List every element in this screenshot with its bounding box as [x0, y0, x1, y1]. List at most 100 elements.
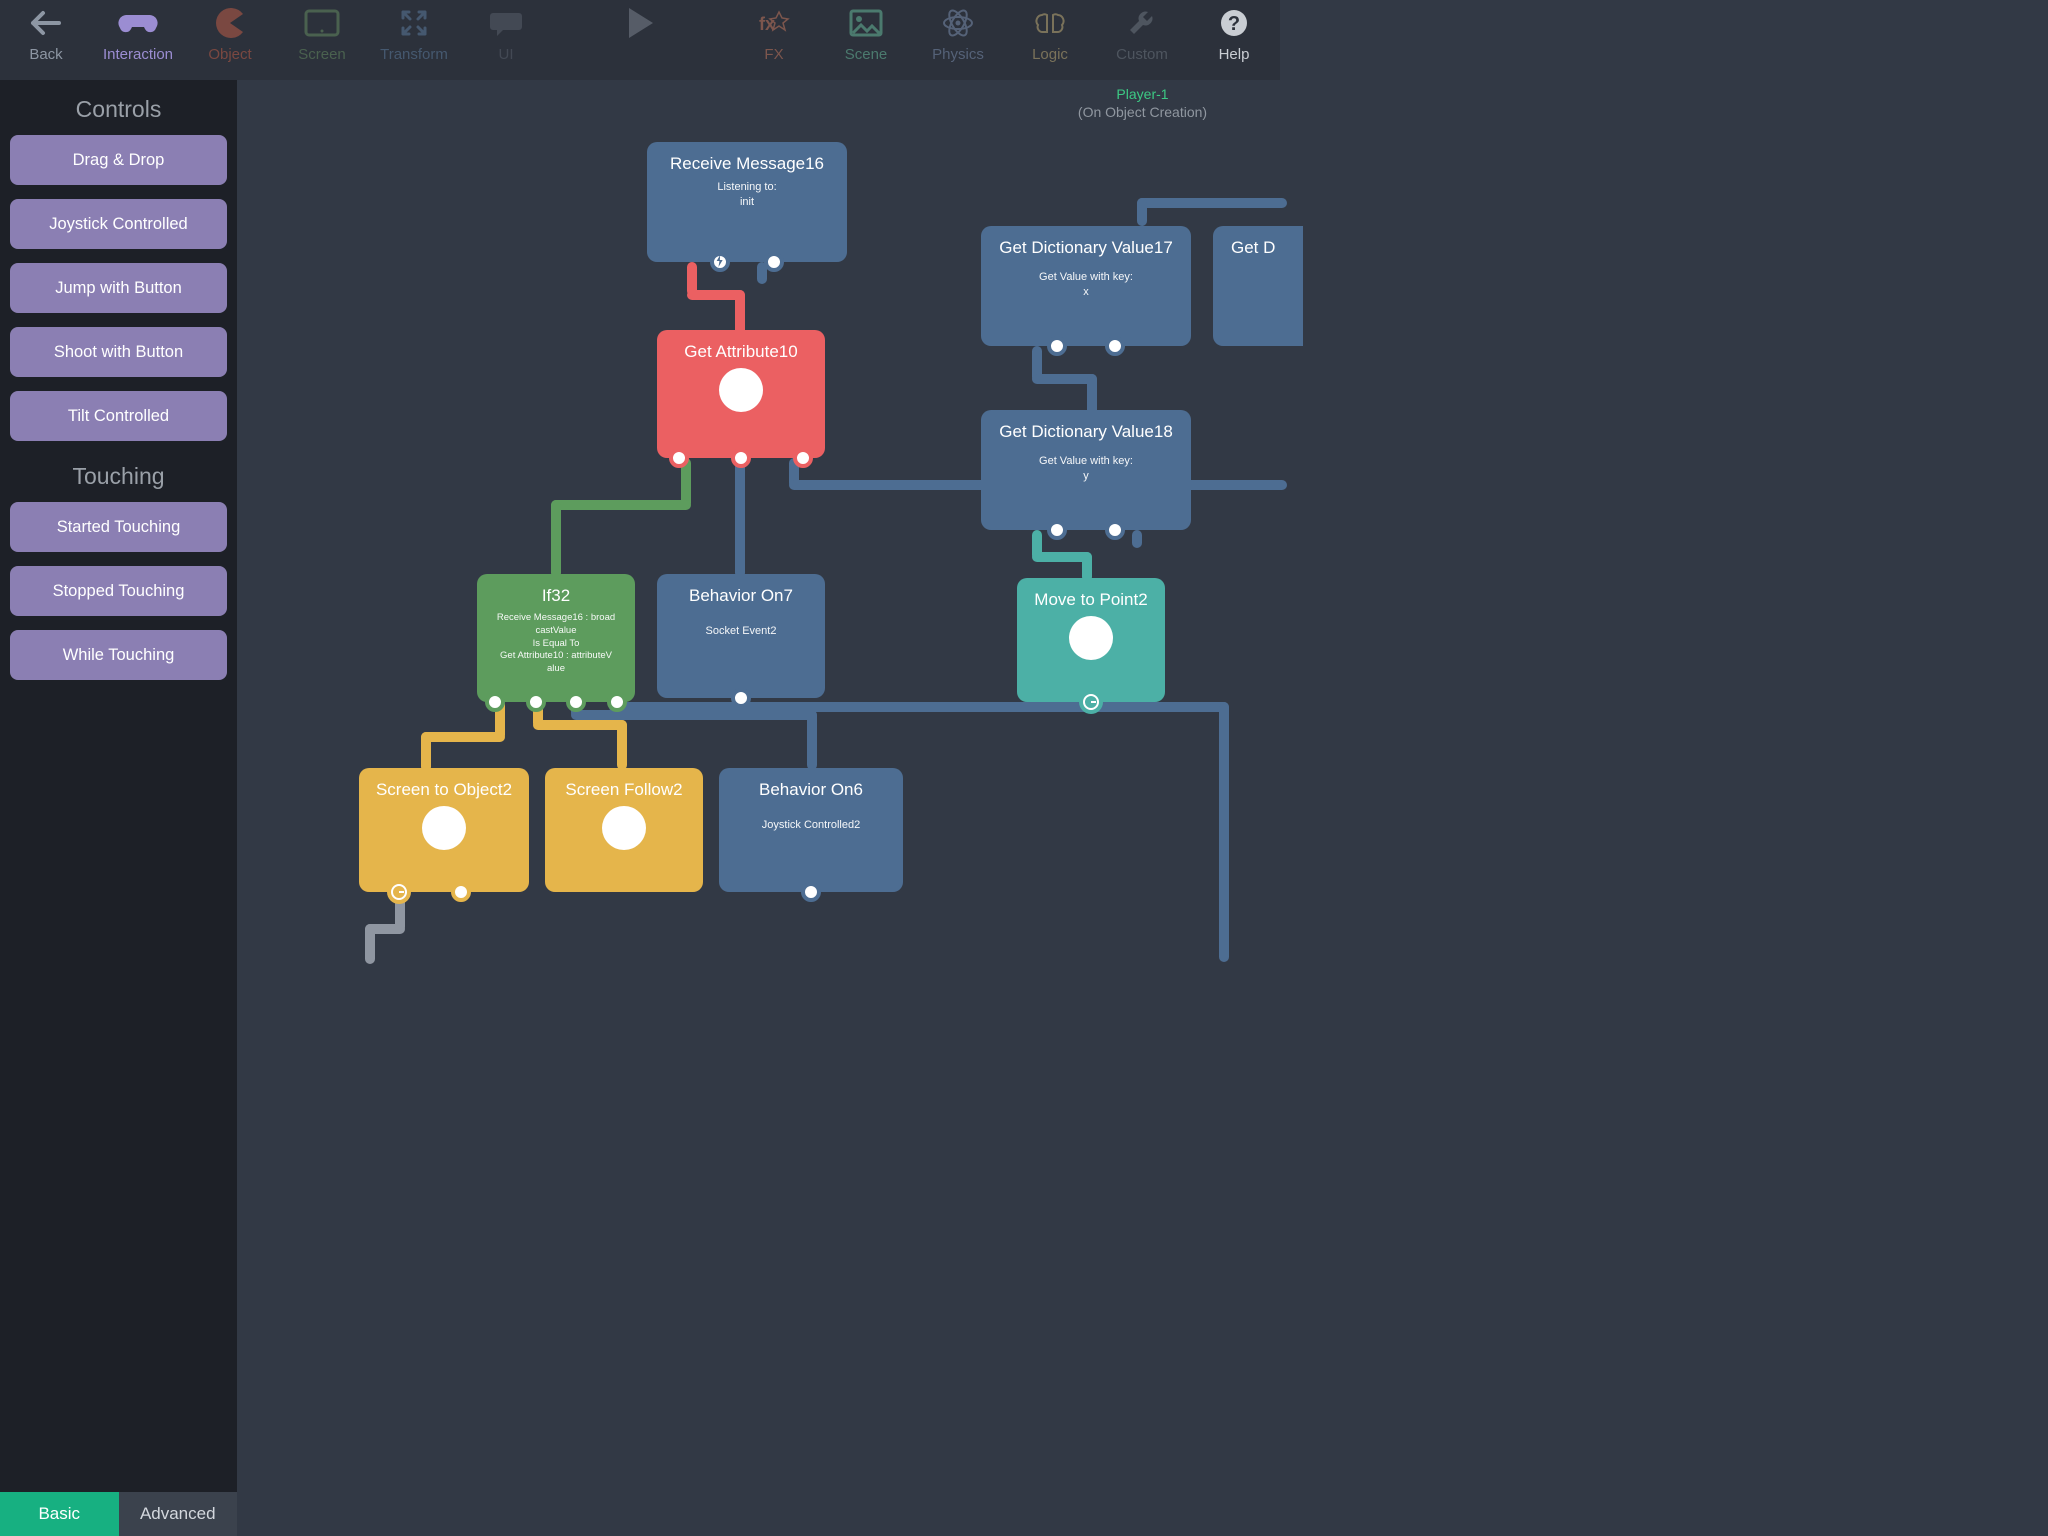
node-behavior-on-7[interactable]: Behavior On7 Socket Event2 [657, 574, 825, 698]
node-title: Get Dictionary Value18 [991, 422, 1181, 442]
node-ports [657, 447, 825, 469]
port-out-1[interactable] [669, 448, 689, 468]
tab-advanced[interactable]: Advanced [119, 1492, 238, 1536]
node-config-dot[interactable] [1069, 616, 1113, 660]
node-title: Screen to Object2 [369, 780, 519, 800]
node-ports [647, 251, 847, 273]
sidebar-item-started-touching[interactable]: Started Touching [10, 502, 227, 552]
node-body: Get Value with key: x [991, 270, 1181, 306]
scene-tab[interactable]: Scene [820, 6, 912, 76]
node-ports [981, 335, 1191, 357]
node-config-dot[interactable] [719, 368, 763, 412]
svg-text:?: ? [1228, 13, 1240, 35]
sidebar-item-joystick[interactable]: Joystick Controlled [10, 199, 227, 249]
port-out-2[interactable] [526, 692, 546, 712]
node-body: Listening to: init [657, 180, 837, 216]
port-out-3[interactable] [793, 448, 813, 468]
port-out[interactable] [801, 882, 821, 902]
arrows-out-icon [390, 6, 438, 40]
port-out-2[interactable] [1105, 336, 1125, 356]
port-out-2[interactable] [1105, 520, 1125, 540]
help-button[interactable]: ? Help [1188, 6, 1280, 76]
node-receive-message[interactable]: Receive Message16 Listening to: init [647, 142, 847, 262]
node-move-to-point[interactable]: Move to Point2 [1017, 578, 1165, 702]
back-arrow-icon [22, 6, 70, 40]
node-body: Receive Message16 : broad castValue Is E… [487, 612, 625, 682]
sidebar-item-drag-drop[interactable]: Drag & Drop [10, 135, 227, 185]
node-body: Socket Event2 [667, 624, 815, 645]
port-value-out[interactable] [764, 252, 784, 272]
node-screen-follow[interactable]: Screen Follow2 [545, 768, 703, 892]
gamepad-icon [114, 6, 162, 40]
port-out-1[interactable] [485, 692, 505, 712]
graph-title: Player-1 [237, 86, 2048, 102]
node-title: Get D [1223, 238, 1293, 258]
node-ports [981, 519, 1191, 541]
node-body: Joystick Controlled2 [729, 818, 893, 839]
node-body: Get Value with key: y [991, 454, 1181, 490]
tab-basic[interactable]: Basic [0, 1492, 119, 1536]
graph-subtitle: (On Object Creation) [237, 104, 2048, 120]
node-behavior-on-6[interactable]: Behavior On6 Joystick Controlled2 [719, 768, 903, 892]
node-title: Receive Message16 [657, 154, 837, 174]
port-out-3[interactable] [566, 692, 586, 712]
sidebar-section-touching: Touching [10, 455, 227, 502]
top-toolbar: Back Interaction Object Screen Transform… [0, 0, 1280, 80]
sidebar-item-while-touching[interactable]: While Touching [10, 630, 227, 680]
node-ports [477, 691, 635, 713]
ui-tab[interactable]: UI [460, 6, 552, 76]
node-title: Get Attribute10 [667, 342, 815, 362]
clock-badge-icon [1079, 690, 1103, 714]
node-title: Get Dictionary Value17 [991, 238, 1181, 258]
node-title: Move to Point2 [1027, 590, 1155, 610]
port-out[interactable] [731, 688, 751, 708]
port-out-4[interactable] [607, 692, 627, 712]
help-icon: ? [1210, 6, 1258, 40]
node-config-dot[interactable] [422, 806, 466, 850]
node-get-dict-17[interactable]: Get Dictionary Value17 Get Value with ke… [981, 226, 1191, 346]
node-config-dot[interactable] [602, 806, 646, 850]
logic-tab[interactable]: Logic [1004, 6, 1096, 76]
node-get-dict-18[interactable]: Get Dictionary Value18 Get Value with ke… [981, 410, 1191, 530]
node-get-dict-cut[interactable]: Get D [1213, 226, 1303, 346]
sidebar-item-stopped-touching[interactable]: Stopped Touching [10, 566, 227, 616]
brain-icon [1026, 6, 1074, 40]
node-title: If32 [487, 586, 625, 606]
port-out-2[interactable] [731, 448, 751, 468]
sidebar-item-shoot-button[interactable]: Shoot with Button [10, 327, 227, 377]
node-screen-to-object[interactable]: Screen to Object2 [359, 768, 529, 892]
screen-icon [298, 6, 346, 40]
picture-icon [842, 6, 890, 40]
behavior-palette-sidebar: Controls Drag & Drop Joystick Controlled… [0, 80, 237, 1536]
node-title: Screen Follow2 [555, 780, 693, 800]
node-title: Behavior On6 [729, 780, 893, 800]
sidebar-item-tilt[interactable]: Tilt Controlled [10, 391, 227, 441]
transform-tab[interactable]: Transform [368, 6, 460, 76]
play-icon [616, 6, 664, 40]
wrench-icon [1118, 6, 1166, 40]
physics-tab[interactable]: Physics [912, 6, 1004, 76]
canvas-header: Player-1 (On Object Creation) [237, 86, 2048, 120]
interaction-tab[interactable]: Interaction [92, 6, 184, 76]
fx-icon: fx [750, 6, 798, 40]
play-button[interactable] [610, 6, 670, 76]
node-get-attribute[interactable]: Get Attribute10 [657, 330, 825, 458]
node-ports [657, 687, 825, 709]
port-out-1[interactable] [1047, 336, 1067, 356]
sidebar-item-jump-button[interactable]: Jump with Button [10, 263, 227, 313]
back-button[interactable]: Back [0, 6, 92, 76]
port-event-out[interactable] [710, 252, 730, 272]
screen-tab[interactable]: Screen [276, 6, 368, 76]
behavior-graph-canvas[interactable]: Player-1 (On Object Creation) [237, 80, 2048, 1536]
node-if[interactable]: If32 Receive Message16 : broad castValue… [477, 574, 635, 702]
object-tab[interactable]: Object [184, 6, 276, 76]
port-out-1[interactable] [1047, 520, 1067, 540]
port-out[interactable] [451, 882, 471, 902]
custom-tab[interactable]: Custom [1096, 6, 1188, 76]
pacman-icon [206, 6, 254, 40]
atom-icon [934, 6, 982, 40]
node-ports [719, 881, 903, 903]
node-ports [359, 881, 529, 903]
fx-tab[interactable]: fx FX [728, 6, 820, 76]
sidebar-mode-tabs: Basic Advanced [0, 1492, 237, 1536]
